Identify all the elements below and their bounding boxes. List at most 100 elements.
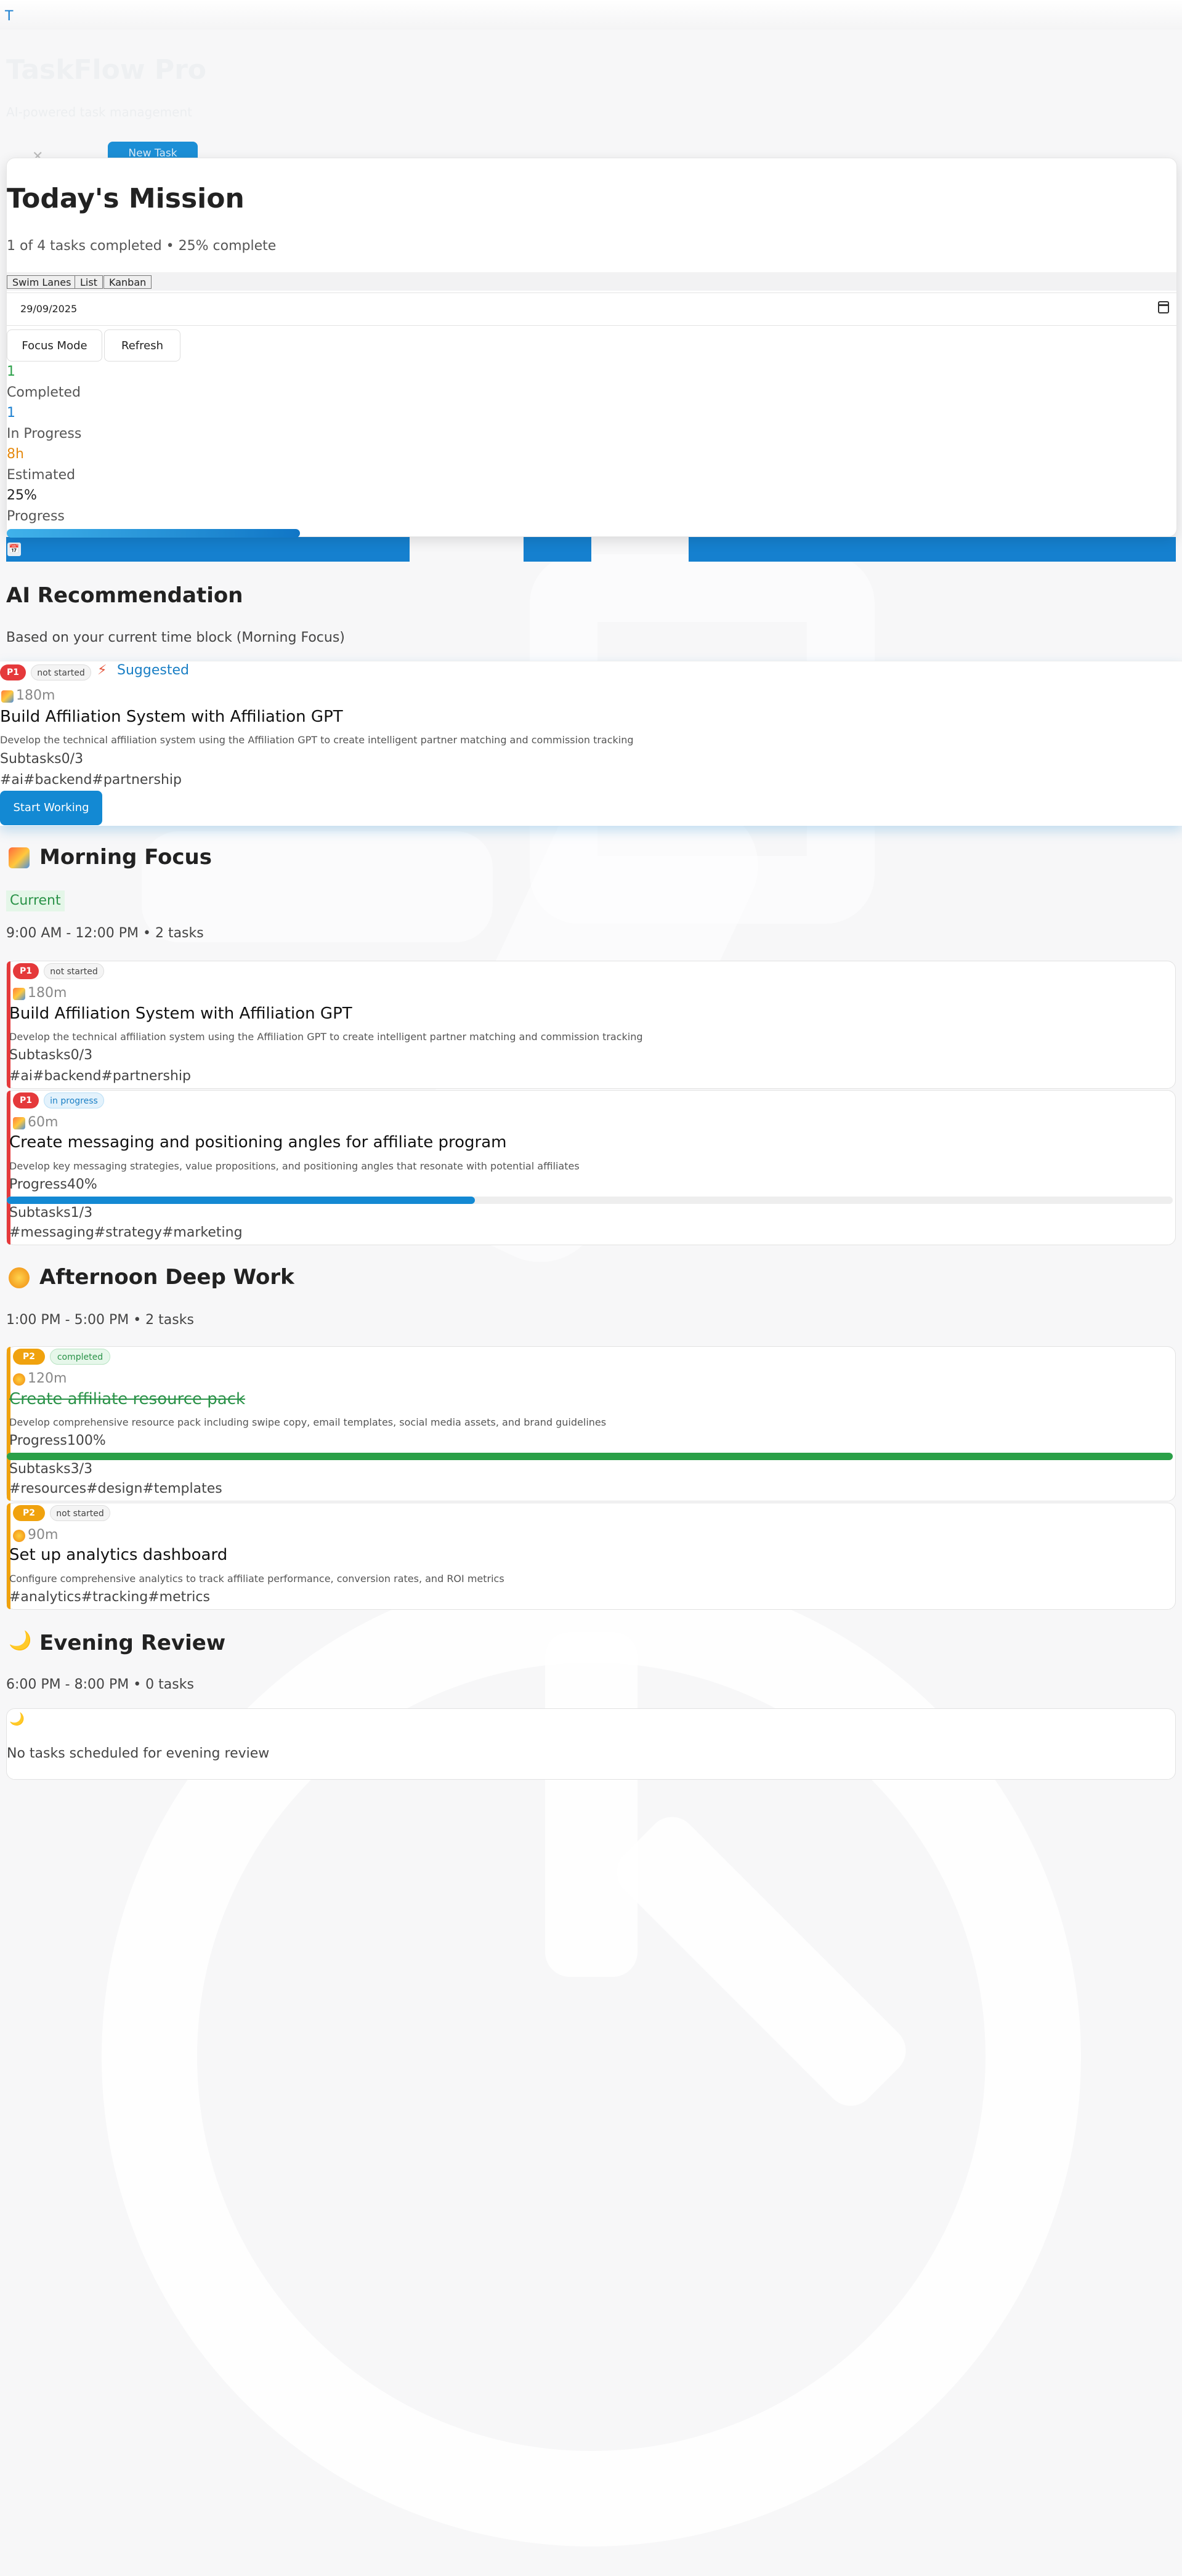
tag[interactable]: #backend <box>23 772 92 788</box>
morning-icon <box>13 988 25 1000</box>
morning-icon <box>1 690 14 703</box>
corner-letter: T <box>5 9 14 24</box>
date-value: 29/09/2025 <box>20 303 78 315</box>
tag[interactable]: #ai <box>9 1068 33 1084</box>
task-card[interactable]: P2 not started 90m Set up analytics dash… <box>6 1503 1176 1610</box>
moon-icon: 🌙 <box>9 1630 32 1652</box>
new-task-button[interactable]: New Task <box>108 142 198 159</box>
duration: 180m <box>28 985 67 1001</box>
priority-badge: P2 <box>13 1349 45 1365</box>
task-card[interactable]: P2 completed 120m Create affiliate resou… <box>6 1346 1176 1501</box>
afternoon-summary: 1:00 PM - 5:00 PM • 2 tasks <box>6 1312 194 1328</box>
tag[interactable]: #ai <box>0 772 23 788</box>
section-divider-band: 📅 <box>0 537 1182 562</box>
view-toggle-bar <box>7 272 1176 291</box>
evening-summary: 6:00 PM - 8:00 PM • 0 tasks <box>6 1677 194 1692</box>
tag[interactable]: #tracking <box>81 1589 148 1605</box>
task-progress-fill <box>7 1197 475 1204</box>
stat-progress-label: Progress <box>7 509 65 524</box>
task-title[interactable]: Create affiliate resource pack <box>9 1390 245 1408</box>
tag[interactable]: #messaging <box>9 1225 94 1240</box>
status-badge: not started <box>50 1505 110 1521</box>
suggested-label: Suggested <box>117 663 189 678</box>
task-card[interactable]: P1 in progress 60m Create messaging and … <box>6 1090 1176 1245</box>
calendar-icon: 📅 <box>7 543 21 556</box>
task-description: Develop comprehensive resource pack incl… <box>9 1416 607 1428</box>
mission-progress-bar <box>7 529 300 538</box>
mission-summary: 1 of 4 tasks completed • 25% complete <box>7 238 277 254</box>
subtasks-label: Subtasks <box>9 1205 71 1221</box>
date-input[interactable]: 29/09/2025 <box>7 293 1176 326</box>
refresh-button[interactable]: Refresh <box>104 329 180 361</box>
watermark-clock-hand <box>545 1632 638 1977</box>
tag[interactable]: #analytics <box>9 1589 81 1605</box>
stat-estimated-label: Estimated <box>7 467 76 483</box>
tag[interactable]: #design <box>86 1481 142 1496</box>
task-title[interactable]: Build Affiliation System with Affiliatio… <box>9 1004 352 1023</box>
ai-recommendation-title: AI Recommendation <box>6 583 243 608</box>
focus-mode-button[interactable]: Focus Mode <box>7 329 102 361</box>
status-badge: in progress <box>44 1092 104 1108</box>
stat-estimated-value: 8h <box>7 446 24 462</box>
task-description: Develop the technical affiliation system… <box>9 1031 643 1043</box>
stat-completed-label: Completed <box>7 385 81 400</box>
tag[interactable]: #marketing <box>162 1225 243 1240</box>
task-progress-bar <box>7 1453 1173 1460</box>
stat-inprogress-label: In Progress <box>7 426 82 442</box>
today-mission-panel: Today's Mission 1 of 4 tasks completed •… <box>6 158 1177 538</box>
app-subtitle: AI-powered task management <box>6 105 192 119</box>
empty-state-message: No tasks scheduled for evening review <box>7 1746 270 1761</box>
list-view-button[interactable]: List <box>75 275 103 289</box>
tag[interactable]: #partnership <box>92 772 182 788</box>
task-title[interactable]: Create messaging and positioning angles … <box>9 1133 506 1152</box>
lightning-icon: ⚡ <box>97 663 107 678</box>
duration: 60m <box>28 1115 59 1130</box>
afternoon-title: Afternoon Deep Work <box>39 1265 294 1290</box>
subtasks-count: 1/3 <box>70 1205 93 1221</box>
progress-value: 100% <box>67 1433 106 1448</box>
progress-label: Progress <box>9 1433 67 1448</box>
sun-icon <box>13 1530 25 1542</box>
progress-label: Progress <box>9 1177 67 1192</box>
subtasks-count: 3/3 <box>70 1461 93 1477</box>
ai-recommendation-card[interactable]: P1 not started ⚡ Suggested 180m Build Af… <box>0 661 1182 826</box>
task-progress-fill <box>7 1453 1173 1460</box>
moon-icon: 🌙 <box>9 1711 25 1726</box>
tag[interactable]: #backend <box>33 1068 101 1084</box>
task-description: Configure comprehensive analytics to tra… <box>9 1573 504 1585</box>
stat-inprogress-value: 1 <box>7 405 15 421</box>
morning-focus-title: Morning Focus <box>39 845 213 870</box>
priority-badge: P1 <box>13 1092 39 1108</box>
duration: 180m <box>16 688 55 703</box>
tag[interactable]: #partnership <box>101 1068 191 1084</box>
sunrise-icon <box>9 847 30 868</box>
ai-recommendation-subtitle: Based on your current time block (Mornin… <box>6 630 345 645</box>
tag[interactable]: #metrics <box>148 1589 210 1605</box>
task-description: Develop key messaging strategies, value … <box>9 1160 580 1172</box>
calendar-icon[interactable] <box>1158 301 1169 313</box>
duration: 120m <box>28 1371 67 1386</box>
subtasks-count: 0/3 <box>61 751 84 767</box>
stat-progress-value: 25% <box>7 488 37 503</box>
priority-badge: P2 <box>13 1505 45 1521</box>
top-bar: T <box>0 0 1182 30</box>
start-working-button[interactable]: Start Working <box>0 791 102 825</box>
sun-icon <box>9 1267 30 1288</box>
task-title[interactable]: Set up analytics dashboard <box>9 1546 227 1564</box>
task-title[interactable]: Build Affiliation System with Affiliatio… <box>0 708 343 726</box>
priority-badge: P1 <box>13 963 39 979</box>
tag[interactable]: #strategy <box>94 1225 162 1240</box>
tag[interactable]: #resources <box>9 1481 86 1496</box>
stat-completed-value: 1 <box>7 364 15 379</box>
priority-badge: P1 <box>0 664 26 680</box>
swim-lanes-button[interactable]: Swim Lanes <box>7 275 77 289</box>
subtasks-label: Subtasks <box>9 1048 71 1063</box>
kanban-view-button[interactable]: Kanban <box>103 275 152 289</box>
status-badge: completed <box>50 1349 110 1365</box>
task-card[interactable]: P1 not started 180m Build Affiliation Sy… <box>6 961 1176 1089</box>
task-description: Develop the technical affiliation system… <box>0 734 634 746</box>
morning-icon <box>13 1117 25 1129</box>
tag[interactable]: #templates <box>142 1481 222 1496</box>
empty-state-card: 🌙 No tasks scheduled for evening review <box>6 1708 1176 1780</box>
subtasks-label: Subtasks <box>9 1461 71 1477</box>
